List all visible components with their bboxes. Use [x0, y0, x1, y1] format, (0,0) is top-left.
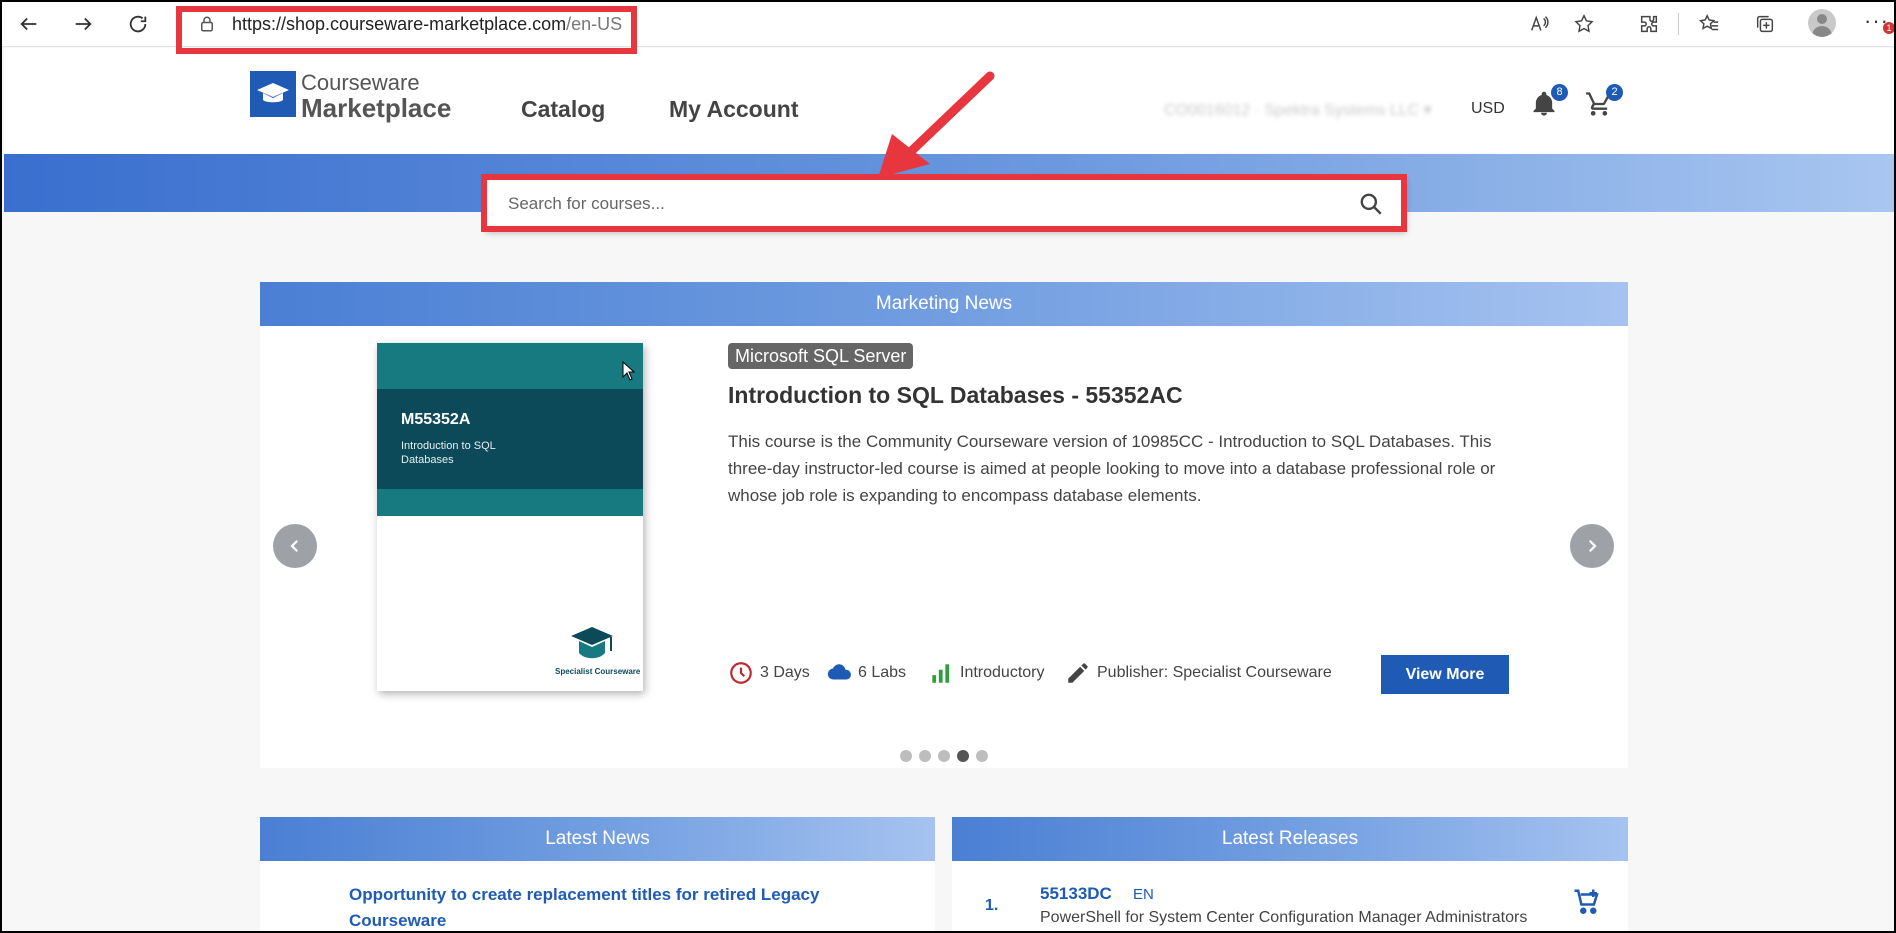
- news-item-link[interactable]: Opportunity to create replacement titles…: [349, 882, 869, 931]
- cart-icon[interactable]: 2: [1585, 84, 1623, 122]
- logo-text-bottom: Marketplace: [301, 93, 452, 123]
- course-cover-image[interactable]: M55352A Introduction to SQL Databases Sp…: [377, 343, 643, 691]
- forward-icon[interactable]: [68, 10, 98, 38]
- read-aloud-icon[interactable]: [1526, 11, 1552, 37]
- chevron-left-icon: [290, 539, 299, 553]
- mouse-cursor-icon: [622, 361, 636, 381]
- release-language: EN: [1133, 886, 1154, 903]
- notification-dot: 1: [1883, 22, 1894, 34]
- clock-icon: [730, 662, 752, 684]
- bell-icon[interactable]: 8: [1530, 84, 1568, 122]
- back-icon[interactable]: [14, 10, 44, 38]
- carousel-dot[interactable]: [957, 750, 969, 762]
- chevron-right-icon: [1588, 539, 1597, 553]
- pencil-icon: [1068, 663, 1088, 683]
- course-level: Introductory: [928, 658, 1044, 688]
- annotation-arrow-icon: [878, 71, 995, 178]
- category-tag[interactable]: Microsoft SQL Server: [728, 343, 914, 369]
- cover-course-code: M55352A: [401, 411, 471, 428]
- nav-my-account[interactable]: My Account: [669, 96, 799, 123]
- carousel-next-button[interactable]: [1570, 524, 1614, 568]
- extensions-icon[interactable]: [1636, 11, 1662, 37]
- favorite-add-icon[interactable]: [1571, 11, 1597, 37]
- carousel-indicators: [900, 750, 988, 762]
- course-duration: 3 Days: [728, 658, 810, 688]
- carousel-dot[interactable]: [919, 750, 931, 762]
- view-more-button[interactable]: View More: [1381, 655, 1509, 694]
- collections-icon[interactable]: [1752, 11, 1778, 37]
- marketing-news-header: Marketing News: [260, 282, 1628, 326]
- profile-avatar[interactable]: [1808, 9, 1836, 37]
- course-title[interactable]: Introduction to SQL Databases - 55352AC: [728, 382, 1183, 409]
- carousel-dot[interactable]: [900, 750, 912, 762]
- add-to-cart-icon[interactable]: [1572, 887, 1602, 917]
- cart-badge: 2: [1606, 84, 1623, 101]
- labs-label: 6 Labs: [858, 664, 907, 681]
- latest-news-header: Latest News: [260, 817, 935, 861]
- duration-label: 3 Days: [760, 664, 810, 681]
- notifications-badge: 8: [1551, 84, 1568, 101]
- carousel-dot[interactable]: [938, 750, 950, 762]
- currency-selector[interactable]: USD: [1471, 100, 1505, 118]
- release-code-link[interactable]: 55133DC: [1040, 884, 1112, 904]
- publisher-logo-icon: [571, 627, 613, 659]
- refresh-icon[interactable]: [123, 10, 153, 38]
- course-labs: 6 Labs: [826, 658, 906, 688]
- toolbar-divider: [1678, 13, 1679, 35]
- carousel-prev-button[interactable]: [273, 524, 317, 568]
- account-selector[interactable]: CO0016012 · Spektra Systems LLC ▾: [1164, 100, 1454, 119]
- nav-catalog[interactable]: Catalog: [521, 96, 605, 123]
- annotation-url-highlight: [176, 6, 637, 54]
- carousel-dot[interactable]: [976, 750, 988, 762]
- release-number: 1.: [985, 897, 999, 914]
- course-publisher: Publisher: Specialist Courseware: [1065, 658, 1332, 688]
- logo-icon[interactable]: [250, 71, 296, 117]
- cover-publisher-name: Specialist Courseware: [555, 667, 641, 676]
- publisher-label: Publisher: Specialist Courseware: [1097, 664, 1332, 681]
- course-description: This course is the Community Courseware …: [728, 432, 1496, 505]
- cover-course-title: Introduction to SQL Databases: [401, 440, 496, 466]
- release-title: PowerShell for System Center Configurati…: [1040, 909, 1528, 926]
- screenshot-frame: https://shop.courseware-marketplace.com /…: [0, 0, 1896, 933]
- level-label: Introductory: [960, 664, 1045, 681]
- latest-releases-header: Latest Releases: [952, 817, 1628, 861]
- level-bars-icon: [932, 664, 950, 683]
- cloud-icon: [827, 664, 851, 680]
- favorites-icon[interactable]: [1696, 11, 1722, 37]
